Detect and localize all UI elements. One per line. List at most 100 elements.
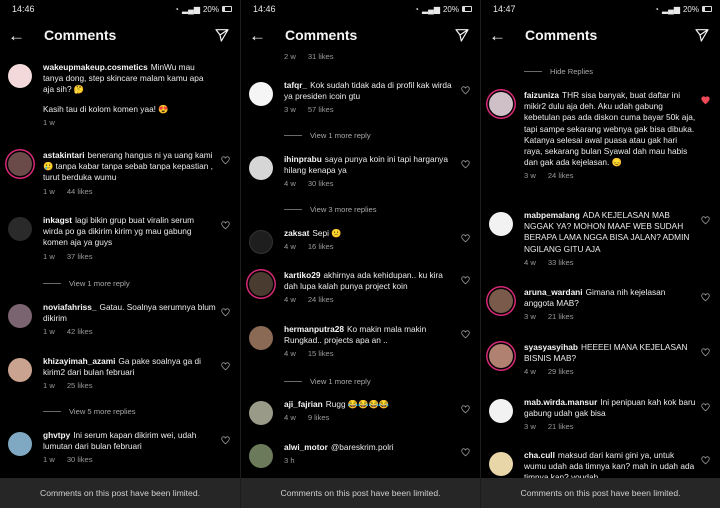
heart-icon[interactable]	[221, 308, 230, 317]
avatar[interactable]	[249, 444, 273, 468]
wifi-icon: ◔	[654, 4, 659, 14]
heart-filled-icon[interactable]	[701, 96, 710, 105]
heart-icon[interactable]	[221, 156, 230, 165]
comment-time: 4 w	[284, 242, 296, 252]
comment-likes[interactable]: 33 likes	[548, 258, 574, 267]
avatar[interactable]	[489, 212, 513, 236]
avatar[interactable]	[8, 152, 32, 176]
avatar[interactable]	[249, 230, 273, 254]
avatar[interactable]	[489, 92, 513, 116]
comment-likes[interactable]: 37 likes	[67, 252, 93, 261]
comment-username[interactable]: tafqr_	[284, 80, 307, 90]
comment-likes[interactable]: 29 likes	[548, 367, 574, 376]
hide-replies[interactable]: Hide Replies	[524, 67, 593, 76]
avatar[interactable]	[8, 432, 32, 456]
view-more-replies[interactable]: View 1 more reply	[284, 131, 371, 140]
view-more-replies[interactable]: View 3 more replies	[284, 205, 377, 214]
comment-likes[interactable]: 15 likes	[308, 349, 334, 358]
avatar[interactable]	[249, 272, 273, 296]
comment-time: 1 w	[43, 381, 55, 391]
comment-likes[interactable]: 24 likes	[548, 171, 574, 180]
send-icon[interactable]	[454, 27, 470, 43]
avatar[interactable]	[8, 304, 32, 328]
send-icon[interactable]	[214, 27, 230, 43]
comment-username[interactable]: mabpemalang	[524, 210, 580, 220]
comment-likes[interactable]: 57 likes	[308, 105, 334, 114]
back-arrow-icon[interactable]: ←	[489, 27, 509, 44]
comment-likes[interactable]: 9 likes	[308, 413, 330, 422]
comment-text: @bareskrim.polri	[330, 442, 394, 452]
avatar[interactable]	[8, 217, 32, 241]
comment-username[interactable]: inkagst	[43, 215, 72, 225]
comment-likes[interactable]: 30 likes	[67, 455, 93, 464]
heart-icon[interactable]	[461, 276, 470, 285]
heart-icon[interactable]	[221, 221, 230, 230]
comment-username[interactable]: alwi_motor	[284, 442, 328, 452]
comment-username[interactable]: ihinprabu	[284, 154, 322, 164]
comment-username[interactable]: kartiko29	[284, 270, 320, 280]
comment-likes[interactable]: 16 likes	[308, 242, 334, 251]
avatar[interactable]	[489, 344, 513, 368]
comment-username[interactable]: wakeupmakeup.cosmetics	[43, 62, 148, 72]
comment-time: 1 w	[43, 327, 55, 337]
comment-username[interactable]: noviafahriss_	[43, 302, 97, 312]
comment-username[interactable]: ghvtpy	[43, 430, 70, 440]
heart-icon[interactable]	[221, 436, 230, 445]
comments-limited-banner: Comments on this post have been limited.	[481, 478, 720, 508]
wifi-icon: ◔	[174, 4, 179, 14]
heart-icon[interactable]	[461, 160, 470, 169]
view-more-replies[interactable]: View 1 more reply	[284, 377, 371, 386]
header: ← Comments	[241, 18, 480, 52]
send-icon[interactable]	[694, 27, 710, 43]
comment-username[interactable]: astakintari	[43, 150, 85, 160]
back-arrow-icon[interactable]: ←	[249, 27, 269, 44]
status-bar: 14:46 ◔ ▂▄▆ 20%	[0, 0, 240, 18]
back-arrow-icon[interactable]: ←	[8, 27, 28, 44]
comment-username[interactable]: aji_fajrian	[284, 399, 323, 409]
heart-icon[interactable]	[701, 216, 710, 225]
heart-icon[interactable]	[701, 348, 710, 357]
avatar[interactable]	[249, 326, 273, 350]
status-time: 14:46	[253, 4, 276, 14]
heart-icon[interactable]	[461, 405, 470, 414]
view-more-replies[interactable]: View 5 more replies	[43, 407, 136, 416]
avatar[interactable]	[489, 289, 513, 313]
comment-time: 3 w	[524, 171, 536, 181]
comment-likes[interactable]: 30 likes	[308, 179, 334, 188]
comment-username[interactable]: khizayimah_azami	[43, 356, 115, 366]
heart-icon[interactable]	[701, 403, 710, 412]
heart-icon[interactable]	[461, 448, 470, 457]
comment-username[interactable]: aruna_wardani	[524, 287, 583, 297]
avatar[interactable]	[249, 156, 273, 180]
comment-likes[interactable]: 42 likes	[67, 327, 93, 336]
heart-icon[interactable]	[701, 293, 710, 302]
avatar[interactable]	[489, 452, 513, 476]
comment-likes[interactable]: 24 likes	[308, 295, 334, 304]
comment-username[interactable]: faizuniza	[524, 90, 559, 100]
avatar[interactable]	[249, 401, 273, 425]
comment-username[interactable]: zaksat	[284, 228, 309, 238]
comment-username[interactable]: syasyasyihab	[524, 342, 578, 352]
comment-text: THR sisa banyak, buat daftar ini mikir2 …	[524, 90, 696, 168]
comment-likes[interactable]: 44 likes	[67, 187, 93, 196]
comment-likes[interactable]: 21 likes	[548, 422, 574, 431]
heart-icon[interactable]	[221, 362, 230, 371]
heart-icon[interactable]	[701, 456, 710, 465]
avatar[interactable]	[489, 399, 513, 423]
view-more-replies[interactable]: View 1 more reply	[43, 279, 130, 288]
heart-icon[interactable]	[461, 86, 470, 95]
comment-username[interactable]: cha.cull	[524, 450, 555, 460]
comment-likes[interactable]: 31 likes	[308, 52, 334, 61]
comment-likes[interactable]: 25 likes	[67, 381, 93, 390]
comment-item: tafqr_ Kok sudah tidak ada di profil kak …	[241, 80, 480, 114]
avatar[interactable]	[8, 64, 32, 88]
comment-likes[interactable]: 21 likes	[548, 312, 574, 321]
status-icons: ◔ ▂▄▆ 20%	[174, 5, 232, 14]
comment-username[interactable]: mab.wirda.mansur	[524, 397, 597, 407]
comments-panel-1: 14:46 ◔ ▂▄▆ 20% ← Comments wakeupmakeup.…	[0, 0, 240, 508]
comment-username[interactable]: hermanputra28	[284, 324, 344, 334]
avatar[interactable]	[249, 82, 273, 106]
avatar[interactable]	[8, 358, 32, 382]
heart-icon[interactable]	[461, 330, 470, 339]
heart-icon[interactable]	[461, 234, 470, 243]
